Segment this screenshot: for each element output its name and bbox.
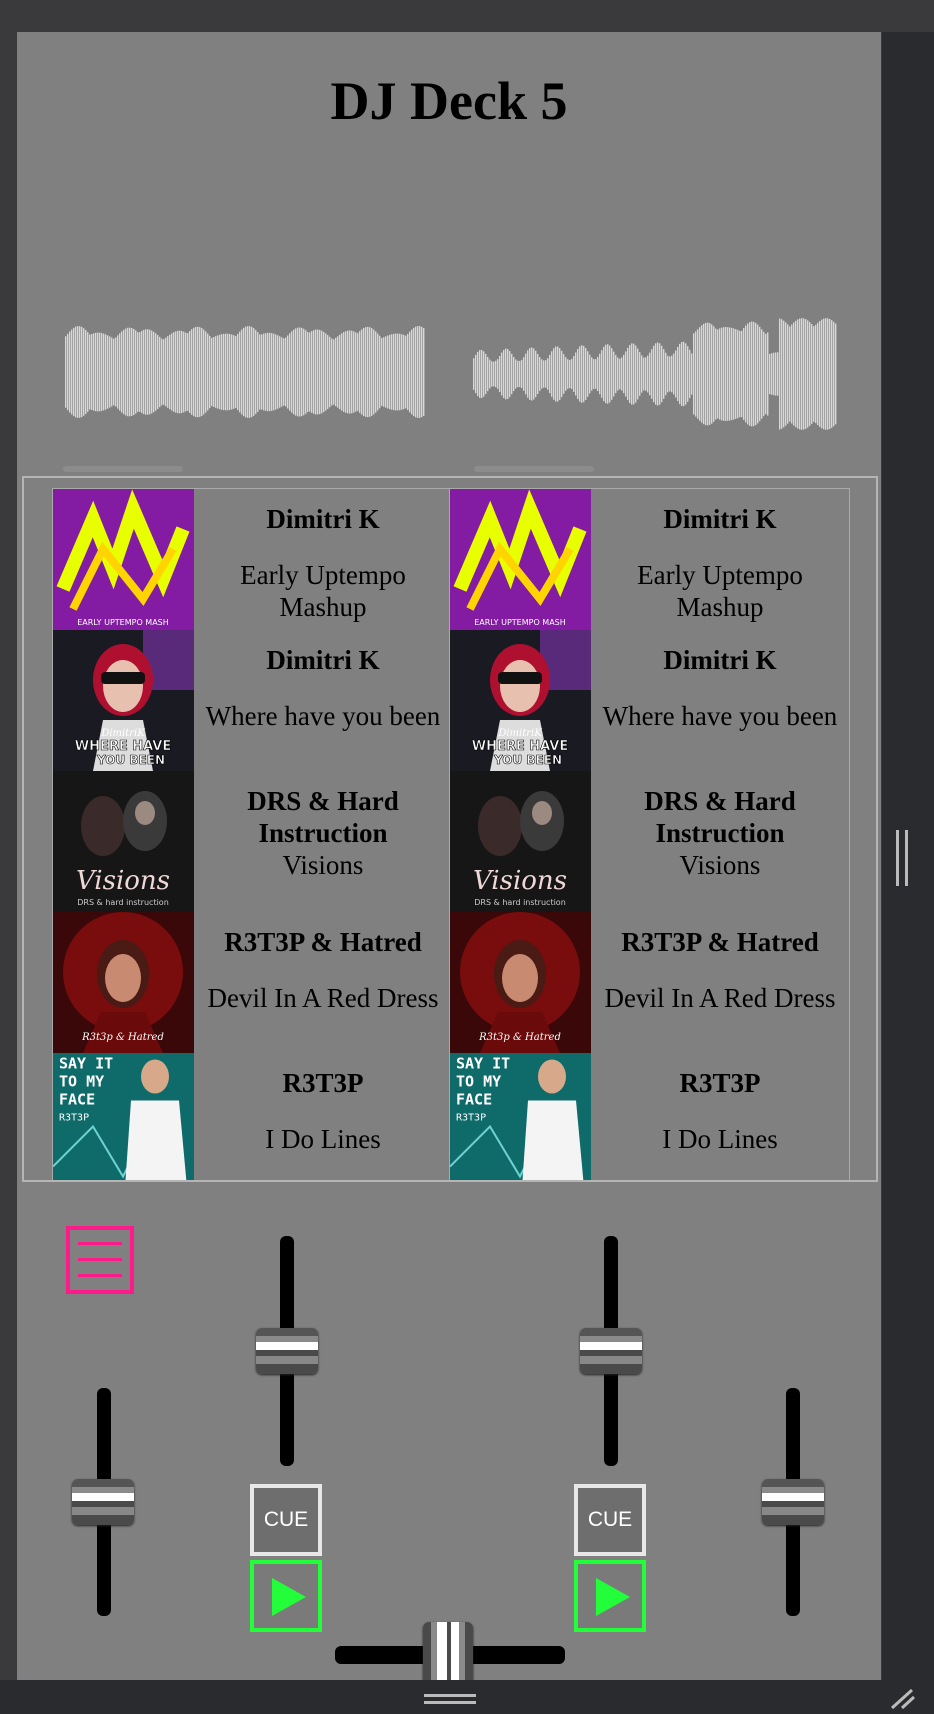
svg-text:FACE: FACE <box>59 1091 95 1109</box>
visions-cover: Visions DRS & hard instruction <box>53 771 194 912</box>
svg-text:TO MY: TO MY <box>456 1073 501 1091</box>
waveform-left-scrollbar[interactable] <box>63 466 183 472</box>
track-artist: DRS & Hard Instruction <box>644 786 796 848</box>
svg-text:EARLY UPTEMPO MASH: EARLY UPTEMPO MASH <box>77 618 169 627</box>
svg-text:R3t3p & Hatred: R3t3p & Hatred <box>478 1032 561 1043</box>
track-row[interactable]: R3t3p & Hatred R3T3P & Hatred Devil In A R… <box>450 912 849 1053</box>
cue-left-button[interactable]: CUE <box>250 1484 322 1556</box>
svg-text:SAY IT: SAY IT <box>456 1055 510 1073</box>
window-top-bar <box>0 0 934 32</box>
where-have-you-been-cover: DimitriK WHERE HAVE YOU BEEN <box>450 630 591 771</box>
track-artist: R3T3P <box>679 1068 761 1098</box>
menu-button[interactable] <box>66 1226 134 1294</box>
track-row[interactable]: SAY IT TO MY FACE R3T3P R3T3P I Do Lines <box>53 1053 452 1180</box>
track-info: Dimitri K Where have you been <box>591 630 849 771</box>
track-library: EARLY UPTEMPO MASH Dimitri K Early Uptempo… <box>22 476 878 1182</box>
svg-text:WHERE HAVE: WHERE HAVE <box>472 739 569 754</box>
track-list-left: EARLY UPTEMPO MASH Dimitri K Early Uptempo… <box>52 488 453 1180</box>
track-title: Where have you been <box>205 701 441 731</box>
waveform-left[interactable] <box>65 322 425 422</box>
svg-text:R3T3P: R3T3P <box>456 1113 486 1124</box>
track-title: Early Uptempo Mashup <box>637 560 803 622</box>
track-row[interactable]: Visions DRS & hard instruction DRS & Hard … <box>53 771 452 912</box>
waveform-right-scrollbar[interactable] <box>474 466 594 472</box>
track-artist: Dimitri K <box>663 504 777 534</box>
track-row[interactable]: R3t3p & Hatred R3T3P & Hatred Devil In A R… <box>53 912 452 1053</box>
track-list-right: EARLY UPTEMPO MASH Dimitri K Early Uptempo… <box>449 488 850 1180</box>
early-uptempo-mash-cover: EARLY UPTEMPO MASH <box>450 489 591 630</box>
svg-text:R3T3P: R3T3P <box>59 1113 89 1124</box>
visions-cover: Visions DRS & hard instruction <box>450 771 591 912</box>
track-info: R3T3P I Do Lines <box>591 1053 849 1180</box>
track-row[interactable]: EARLY UPTEMPO MASH Dimitri K Early Uptempo… <box>53 489 452 630</box>
svg-text:SAY IT: SAY IT <box>59 1055 113 1073</box>
track-title: Devil In A Red Dress <box>207 983 439 1013</box>
svg-text:DRS & hard instruction: DRS & hard instruction <box>77 898 169 907</box>
svg-text:DimitriK: DimitriK <box>100 728 145 739</box>
pitch-left-fader[interactable] <box>256 1328 318 1374</box>
play-icon <box>596 1578 630 1616</box>
track-info: R3T3P & Hatred Devil In A Red Dress <box>194 912 452 1053</box>
track-row[interactable]: DimitriK WHERE HAVE YOU BEEN Dimitri K Where… <box>450 630 849 771</box>
track-info: DRS & Hard Instruction Visions <box>194 771 452 912</box>
dj-app: DJ Deck 5 EARLY UPTEMPO MASH Dimitri K Ear… <box>17 32 881 1686</box>
track-title: Devil In A Red Dress <box>604 983 836 1013</box>
early-uptempo-mash-cover: EARLY UPTEMPO MASH <box>53 489 194 630</box>
window-side-panel <box>882 32 934 1680</box>
track-artist: Dimitri K <box>266 645 380 675</box>
crossfader-knob[interactable] <box>423 1622 473 1686</box>
track-artist: Dimitri K <box>266 504 380 534</box>
devil-in-a-red-dress-cover: R3t3p & Hatred <box>450 912 591 1053</box>
where-have-you-been-cover: DimitriK WHERE HAVE YOU BEEN <box>53 630 194 771</box>
track-info: Dimitri K Early Uptempo Mashup <box>591 489 849 630</box>
track-title: I Do Lines <box>662 1124 778 1154</box>
cue-right-button[interactable]: CUE <box>574 1484 646 1556</box>
track-info: R3T3P I Do Lines <box>194 1053 452 1180</box>
svg-text:DimitriK: DimitriK <box>497 728 542 739</box>
track-artist: R3T3P & Hatred <box>621 927 819 957</box>
svg-text:YOU BEEN: YOU BEEN <box>96 753 165 767</box>
side-resize-handle[interactable] <box>896 830 908 886</box>
pitch-right-fader[interactable] <box>580 1328 642 1374</box>
track-info: Dimitri K Early Uptempo Mashup <box>194 489 452 630</box>
svg-text:WHERE HAVE: WHERE HAVE <box>75 739 172 754</box>
svg-text:DRS & hard instruction: DRS & hard instruction <box>474 898 566 907</box>
waveform-right[interactable] <box>473 312 837 436</box>
svg-text:Visions: Visions <box>76 866 170 896</box>
track-artist: R3T3P & Hatred <box>224 927 422 957</box>
track-row[interactable]: SAY IT TO MY FACE R3T3P R3T3P I Do Lines <box>450 1053 849 1180</box>
gain-right-fader[interactable] <box>762 1479 824 1525</box>
say-it-to-my-face-cover: SAY IT TO MY FACE R3T3P <box>53 1053 194 1180</box>
track-artist: DRS & Hard Instruction <box>247 786 399 848</box>
play-left-button[interactable] <box>250 1560 322 1632</box>
track-title: I Do Lines <box>265 1124 381 1154</box>
track-artist: R3T3P <box>282 1068 364 1098</box>
play-icon <box>272 1578 306 1616</box>
svg-text:FACE: FACE <box>456 1091 492 1109</box>
corner-resize-icon[interactable] <box>888 1688 916 1710</box>
track-row[interactable]: DimitriK WHERE HAVE YOU BEEN Dimitri K Where… <box>53 630 452 771</box>
track-info: Dimitri K Where have you been <box>194 630 452 771</box>
say-it-to-my-face-cover: SAY IT TO MY FACE R3T3P <box>450 1053 591 1180</box>
track-title: Early Uptempo Mashup <box>240 560 406 622</box>
track-artist: Dimitri K <box>663 645 777 675</box>
track-info: DRS & Hard Instruction Visions <box>591 771 849 912</box>
bottom-resize-handle[interactable] <box>424 1694 476 1706</box>
track-info: R3T3P & Hatred Devil In A Red Dress <box>591 912 849 1053</box>
track-row[interactable]: EARLY UPTEMPO MASH Dimitri K Early Uptempo… <box>450 489 849 630</box>
svg-text:YOU BEEN: YOU BEEN <box>493 753 562 767</box>
svg-text:R3t3p & Hatred: R3t3p & Hatred <box>81 1032 164 1043</box>
svg-text:Visions: Visions <box>473 866 567 896</box>
track-title: Visions <box>282 850 364 880</box>
track-title: Where have you been <box>602 701 838 731</box>
mixer-panel: CUE CUE <box>17 1182 881 1686</box>
svg-text:EARLY UPTEMPO MASH: EARLY UPTEMPO MASH <box>474 618 566 627</box>
devil-in-a-red-dress-cover: R3t3p & Hatred <box>53 912 194 1053</box>
gain-left-fader[interactable] <box>72 1479 134 1525</box>
track-row[interactable]: Visions DRS & hard instruction DRS & Hard … <box>450 771 849 912</box>
track-title: Visions <box>679 850 761 880</box>
page-title: DJ Deck 5 <box>330 71 568 131</box>
svg-text:TO MY: TO MY <box>59 1073 104 1091</box>
play-right-button[interactable] <box>574 1560 646 1632</box>
